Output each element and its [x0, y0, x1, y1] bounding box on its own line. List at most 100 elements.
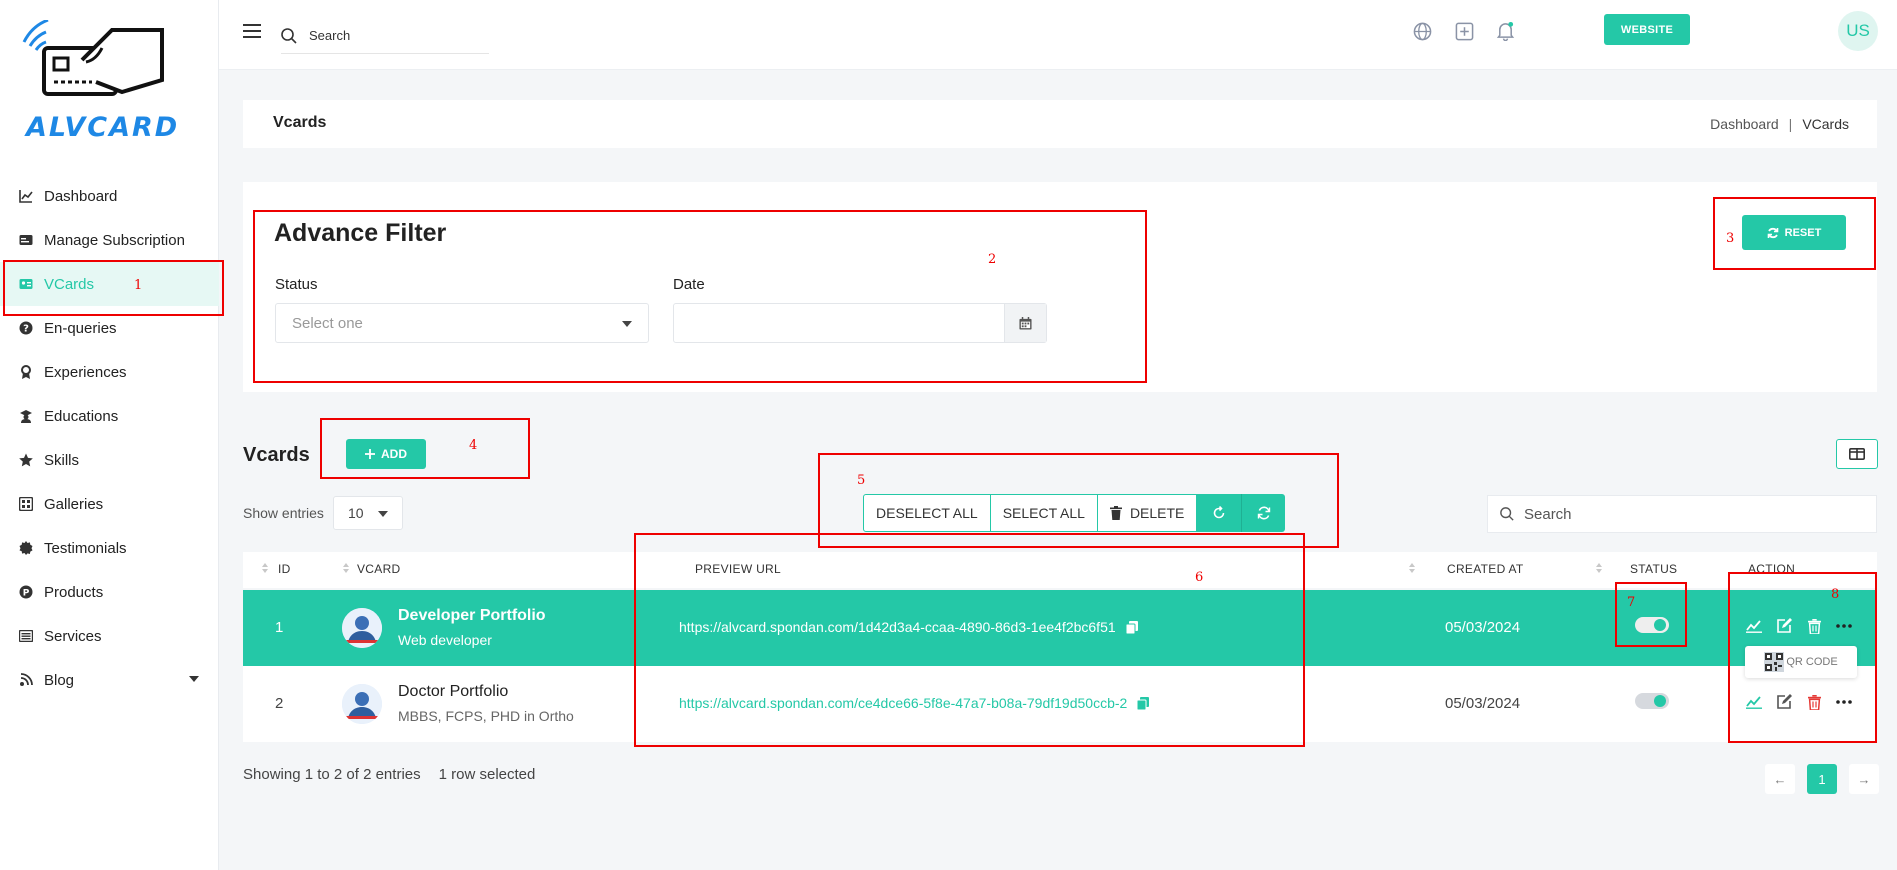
table-search — [1487, 495, 1877, 533]
sidebar-item-label: Manage Subscription — [44, 231, 185, 249]
status-toggle[interactable] — [1635, 693, 1669, 709]
next-page-button[interactable]: → — [1849, 764, 1879, 794]
chevron-down-icon — [378, 511, 388, 517]
sidebar-item-label: Dashboard — [44, 187, 118, 205]
sort-icon[interactable] — [1409, 563, 1415, 575]
annotation-box — [1713, 197, 1876, 270]
vcard-subtitle: Web developer — [398, 632, 492, 648]
vcard-name[interactable]: Developer Portfolio — [398, 607, 546, 625]
sidebar-item-testimonials[interactable]: Testimonials — [0, 526, 219, 570]
sidebar-item-experiences[interactable]: Experiences — [0, 350, 219, 394]
row-id: 2 — [275, 695, 284, 712]
search-icon — [281, 27, 297, 44]
pagination: ← 1 → — [1765, 764, 1879, 794]
blog-icon — [18, 672, 34, 688]
svg-text:?: ? — [23, 324, 29, 335]
annotation-number: 3 — [1726, 231, 1735, 246]
logo-text: ALVCARD — [26, 112, 180, 143]
chart-line-icon — [18, 188, 34, 204]
svg-text:P: P — [23, 589, 30, 599]
sidebar-item-manage-subscription[interactable]: Manage Subscription — [0, 218, 219, 262]
entries-select[interactable]: 10 — [333, 496, 403, 530]
sort-icon[interactable] — [1596, 563, 1602, 575]
toggle-knob — [1654, 695, 1666, 707]
add-square-icon[interactable] — [1454, 21, 1474, 41]
sidebar-item-label: Educations — [44, 407, 119, 425]
sidebar-item-galleries[interactable]: Galleries — [0, 482, 219, 526]
column-header-vcard[interactable]: VCARD — [357, 562, 401, 576]
annotation-box — [634, 533, 1305, 747]
sidebar-item-skills[interactable]: Skills — [0, 438, 219, 482]
list-icon — [18, 628, 34, 644]
column-header-id[interactable]: ID — [278, 562, 291, 576]
award-icon — [18, 364, 34, 380]
sidebar-nav: Dashboard Manage Subscription VCards ? E… — [0, 174, 219, 702]
breadcrumb-dashboard[interactable]: Dashboard — [1710, 116, 1779, 132]
sidebar: ALVCARD Dashboard Manage Subscription VC… — [0, 0, 219, 870]
vcard-thumbnail — [342, 684, 382, 724]
sidebar-item-products[interactable]: P Products — [0, 570, 219, 614]
search-icon — [1500, 507, 1514, 521]
vcard-subtitle: MBBS, FCPS, PHD in Ortho — [398, 708, 574, 724]
column-header-created-at[interactable]: CREATED AT — [1447, 562, 1524, 576]
sidebar-item-label: Galleries — [44, 495, 104, 513]
page-1-button[interactable]: 1 — [1807, 764, 1837, 794]
website-button[interactable]: WEBSITE — [1604, 14, 1690, 45]
selected-rows-text: 1 row selected — [438, 766, 536, 783]
bell-icon[interactable] — [1495, 21, 1515, 41]
prev-page-button[interactable]: ← — [1765, 764, 1795, 794]
annotation-box — [1728, 572, 1877, 743]
annotation-box — [1615, 582, 1687, 647]
vcard-name[interactable]: Doctor Portfolio — [398, 683, 508, 701]
sidebar-item-educations[interactable]: Educations — [0, 394, 219, 438]
card-icon — [18, 232, 34, 248]
star-icon — [18, 452, 34, 468]
page-header: Vcards Dashboard | VCards — [243, 100, 1877, 148]
gallery-icon — [18, 496, 34, 512]
annotation-box — [253, 210, 1147, 383]
breadcrumb-separator: | — [1788, 116, 1793, 132]
annotation-number: 1 — [134, 278, 143, 293]
question-circle-icon: ? — [18, 320, 34, 336]
sidebar-item-label: Blog — [44, 671, 75, 689]
top-search — [281, 18, 489, 54]
avatar[interactable]: US — [1838, 11, 1878, 51]
globe-icon[interactable] — [1412, 21, 1432, 41]
sidebar-item-label: Services — [44, 627, 102, 645]
sidebar-item-label: Skills — [44, 451, 80, 469]
sidebar-item-label: Testimonials — [44, 539, 127, 557]
sidebar-item-label: Experiences — [44, 363, 127, 381]
chevron-down-icon[interactable] — [189, 676, 199, 682]
sidebar-item-blog[interactable]: Blog — [0, 658, 219, 702]
vcard-thumbnail — [342, 608, 382, 648]
annotation-number: 8 — [1831, 587, 1840, 602]
top-search-input[interactable] — [309, 28, 469, 43]
breadcrumb: Dashboard | VCards — [1710, 116, 1849, 132]
column-toggle-button[interactable] — [1836, 439, 1878, 469]
entries-value: 10 — [348, 505, 364, 521]
list-title: Vcards — [243, 444, 310, 466]
annotation-number: 6 — [1195, 570, 1204, 585]
table-info: Showing 1 to 2 of 2 entries 1 row selecte… — [243, 766, 535, 783]
sort-icon[interactable] — [343, 563, 349, 575]
sort-icon[interactable] — [262, 563, 268, 575]
sidebar-item-dashboard[interactable]: Dashboard — [0, 174, 219, 218]
columns-icon — [1849, 448, 1865, 460]
menu-toggle-icon[interactable] — [243, 24, 261, 38]
product-icon: P — [18, 584, 34, 600]
top-bar: WEBSITE US — [219, 0, 1897, 70]
annotation-box — [3, 260, 224, 316]
created-at: 05/03/2024 — [1445, 619, 1521, 636]
graduate-icon — [18, 408, 34, 424]
table-search-input[interactable] — [1524, 505, 1824, 523]
annotation-number: 4 — [469, 438, 478, 453]
annotation-number: 5 — [857, 473, 866, 488]
sidebar-item-services[interactable]: Services — [0, 614, 219, 658]
column-header-status[interactable]: STATUS — [1630, 562, 1677, 576]
showing-entries-text: Showing 1 to 2 of 2 entries — [243, 766, 421, 783]
show-entries-label: Show entries — [243, 505, 324, 521]
annotation-box — [320, 418, 530, 479]
breadcrumb-current: VCards — [1802, 116, 1849, 132]
annotation-number: 7 — [1627, 595, 1636, 610]
annotation-number: 2 — [988, 252, 997, 267]
